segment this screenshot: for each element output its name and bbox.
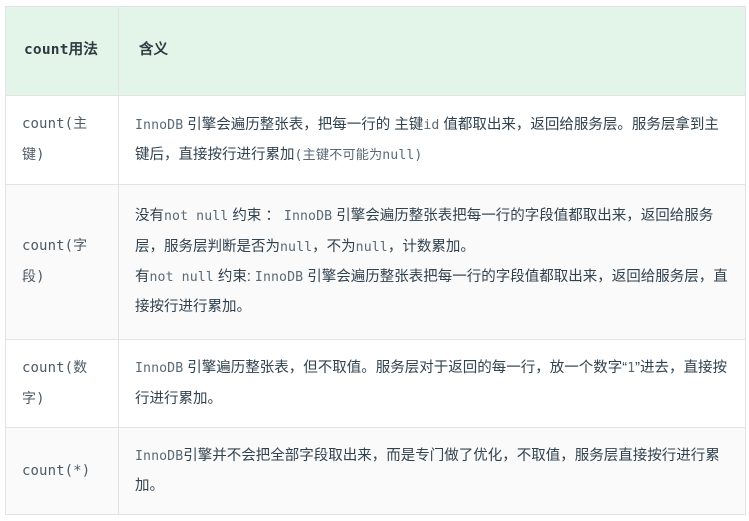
table-row: count(主键) InnoDB 引擎会遍历整张表，把每一行的 主键id 值都取… [5,95,746,185]
cell-meaning: InnoDB引擎并不会把全部字段取出来，而是专门做了优化，不取值，服务层直接按行… [118,427,746,515]
count-usage-table: count用法 含义 count(主键) InnoDB 引擎会遍历整张表，把每一… [5,6,746,515]
cell-count-usage: count(主键) [5,95,119,185]
text-fragment: 有 [135,269,150,285]
cell-meaning: 没有not null 约束 ： InnoDB 引擎会遍历整张表把每一行的字段值都… [118,184,746,340]
code-fragment: 1 [627,361,636,377]
table-row: count(数字) InnoDB 引擎遍历整张表，但不取值。服务层对于返回的每一… [5,339,746,428]
text-fragment: 约束 ： [228,208,284,225]
code-fragment: InnoDB [135,361,184,377]
code-fragment: InnoDB [254,270,304,285]
table-header: count用法 含义 [5,6,746,96]
code-fragment: id [423,117,440,133]
text-fragment: 主键 [394,116,424,133]
code-fragment: null [280,239,313,255]
code-fragment: not null [149,270,214,285]
text-fragment: 没有 [135,208,164,225]
code-fragment: InnoDB [135,448,184,464]
column-header-meaning: 含义 [118,6,746,96]
count-usage-table-container: count用法 含义 count(主键) InnoDB 引擎会遍历整张表，把每一… [5,6,746,515]
code-fragment: not null [164,209,229,225]
text-fragment: ，计数累加。 [387,238,475,255]
table-body: count(主键) InnoDB 引擎会遍历整张表，把每一行的 主键id 值都取… [5,95,746,515]
code-fragment: (主键不可能为null) [294,148,423,163]
code-fragment: null [355,239,388,255]
cell-meaning: InnoDB 引擎会遍历整张表，把每一行的 主键id 值都取出来，返回给服务层。… [118,95,746,185]
code-fragment: InnoDB [135,117,184,133]
code-fragment: InnoDB [283,209,333,225]
table-row: count(字段) 没有not null 约束 ： InnoDB 引擎会遍历整张… [5,184,746,340]
text-fragment: 引擎会遍历整张表，把每一行的 [183,116,395,133]
table-row: count(*) InnoDB引擎并不会把全部字段取出来，而是专门做了优化，不取… [5,427,746,515]
column-header-count-usage: count用法 [5,6,119,96]
cell-count-usage: count(字段) [5,184,119,340]
text-fragment: 引擎并不会把全部字段取出来，而是专门做了优化，不取值，服务层直接按行进行累加。 [135,447,720,494]
text-fragment: 约束: [213,269,255,285]
cell-meaning: InnoDB 引擎遍历整张表，但不取值。服务层对于返回的每一行，放一个数字“1”… [118,339,746,428]
cell-count-usage: count(*) [5,427,119,515]
table-header-row: count用法 含义 [5,6,746,96]
cell-count-usage: count(数字) [5,339,119,428]
text-fragment: 引擎遍历整张表，但不取值。服务层对于返回的每一行，放一个数字“ [183,360,628,377]
text-fragment: ，不为 [312,238,356,255]
